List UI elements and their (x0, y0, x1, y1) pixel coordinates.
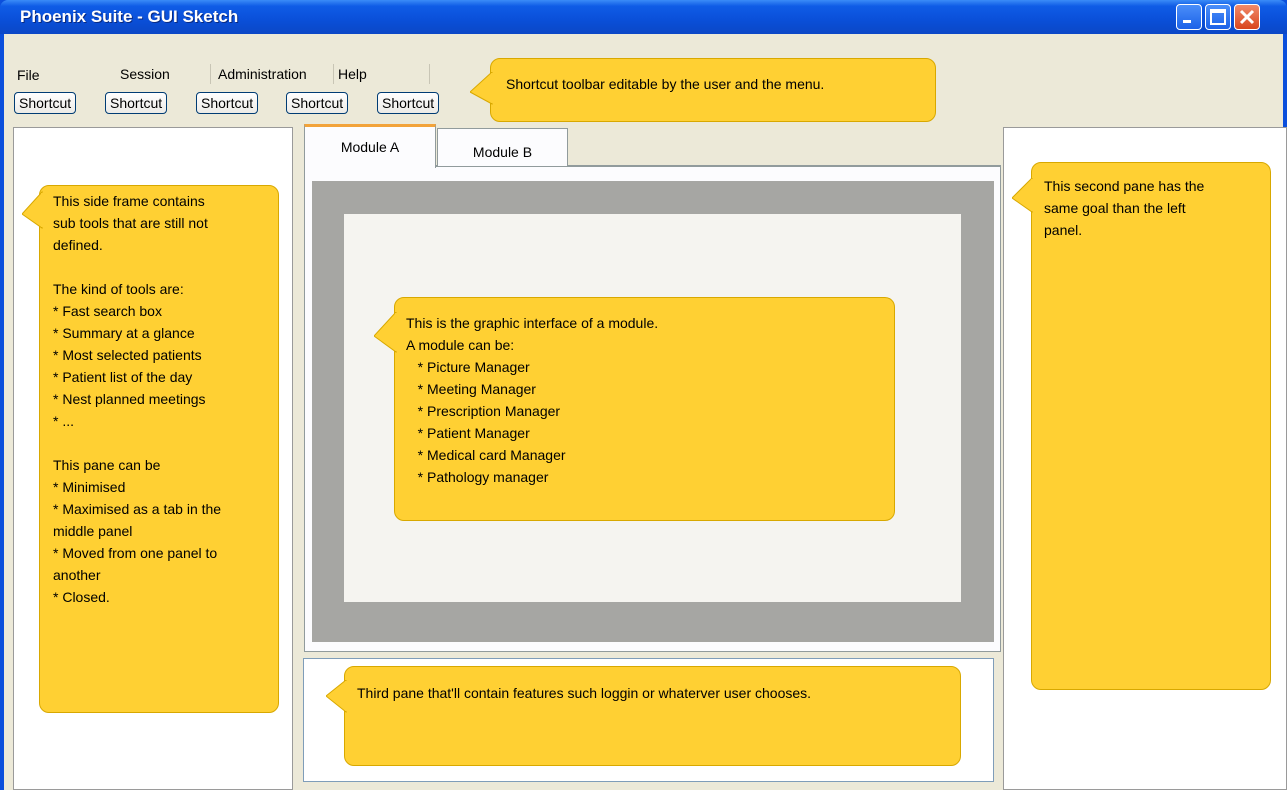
module-note: This is the graphic interface of a modul… (394, 297, 895, 521)
menu-help[interactable]: Help (338, 66, 367, 82)
module-note-line: This is the graphic interface of a modul… (406, 315, 659, 331)
tab-module-a[interactable]: Module A (304, 124, 436, 168)
left-note-line: * Nest planned meetings (53, 391, 206, 407)
shortcut-button-1[interactable]: Shortcut (14, 92, 77, 114)
menu-session[interactable]: Session (120, 66, 170, 82)
right-pane-note-text: This second pane has the same goal than t… (1044, 175, 1204, 241)
left-note-line: * Maximised as a tab in the (53, 501, 222, 517)
toolbar-note-text: Shortcut toolbar editable by the user an… (506, 76, 825, 92)
module-note-line: * Meeting Manager (406, 381, 536, 397)
menu-separator (333, 64, 334, 84)
window-title: Phoenix Suite - GUI Sketch (20, 7, 239, 26)
left-note-line: This pane can be (53, 457, 161, 473)
left-note-line: The kind of tools are: (53, 281, 184, 297)
close-icon (1239, 9, 1255, 25)
close-button[interactable] (1234, 4, 1260, 30)
right-note-line: This second pane has the (1044, 178, 1205, 194)
left-pane-note-text: This side frame contains sub tools that a… (53, 190, 221, 608)
left-note-line: * Fast search box (53, 303, 162, 319)
left-note-line: This side frame contains (53, 193, 205, 209)
module-note-line: * Patient Manager (406, 425, 530, 441)
module-note-line: A module can be: (406, 337, 515, 353)
left-note-line: * Patient list of the day (53, 369, 193, 385)
left-note-line: * ... (53, 413, 75, 429)
left-note-line: * Most selected patients (53, 347, 202, 363)
minimize-button[interactable] (1176, 4, 1202, 30)
menu-separator (429, 64, 430, 84)
menu-file[interactable]: File (17, 67, 40, 83)
menu-administration[interactable]: Administration (218, 66, 307, 82)
shortcut-button-4[interactable]: Shortcut (286, 92, 349, 114)
maximize-icon (1210, 9, 1226, 25)
left-note-line (53, 256, 221, 278)
tab-module-b[interactable]: Module B (437, 128, 568, 166)
left-note-line: another (53, 567, 101, 583)
module-note-line: * Medical card Manager (406, 447, 566, 463)
tab-module-a-label: Module A (340, 139, 400, 155)
left-note-line: defined. (53, 237, 103, 253)
tab-module-b-label: Module B (472, 144, 533, 160)
left-note-line: * Summary at a glance (53, 325, 195, 341)
left-note-pointer (22, 190, 44, 229)
third-pane-note: Third pane that'll contain features such… (344, 666, 961, 766)
menu-separator (210, 64, 211, 84)
module-note-pointer (374, 312, 398, 353)
shortcut-button-3[interactable]: Shortcut (196, 92, 259, 114)
right-note-line: same goal than the left (1044, 200, 1186, 216)
minimize-icon (1183, 20, 1191, 23)
third-note-pointer (326, 680, 348, 714)
toolbar-note: Shortcut toolbar editable by the user an… (490, 58, 936, 122)
module-note-line: * Prescription Manager (406, 403, 561, 419)
module-note-line: * Pathology manager (406, 469, 549, 485)
left-note-line: * Moved from one panel to (53, 545, 218, 561)
shortcut-button-5[interactable]: Shortcut (377, 92, 440, 114)
left-note-line: sub tools that are still not (53, 215, 208, 231)
left-note-line: middle panel (53, 523, 133, 539)
third-pane-note-text: Third pane that'll contain features such… (357, 685, 812, 701)
left-pane-note: This side frame contains sub tools that a… (39, 185, 279, 713)
shortcut-button-2[interactable]: Shortcut (105, 92, 168, 114)
right-note-line: panel. (1044, 222, 1083, 238)
maximize-button[interactable] (1205, 4, 1231, 30)
right-note-pointer (1012, 178, 1034, 213)
module-note-text: This is the graphic interface of a modul… (406, 312, 658, 488)
left-note-line: * Minimised (53, 479, 126, 495)
title-bar[interactable]: Phoenix Suite - GUI Sketch (0, 0, 1287, 34)
toolbar-note-pointer (470, 72, 494, 105)
left-note-line: * Closed. (53, 589, 110, 605)
module-note-line: * Picture Manager (406, 359, 530, 375)
left-note-line (53, 432, 221, 454)
right-pane-note: This second pane has the same goal than t… (1031, 162, 1271, 690)
